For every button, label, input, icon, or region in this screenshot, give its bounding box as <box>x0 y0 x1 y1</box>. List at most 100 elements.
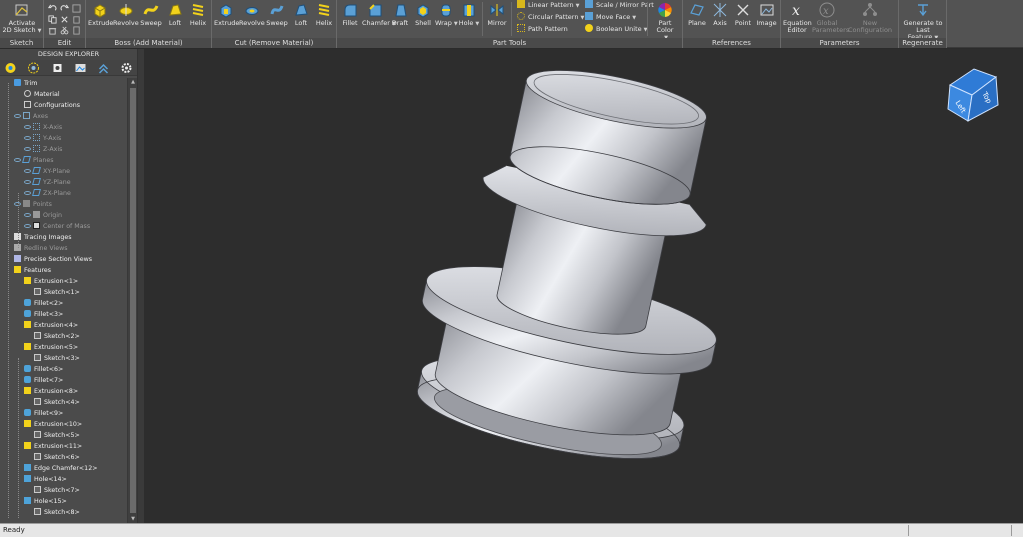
boss-helix-button[interactable]: Helix <box>187 2 209 37</box>
point-button[interactable]: Point <box>732 2 754 37</box>
tree-item[interactable]: Tracing Images <box>14 232 72 243</box>
visibility-eye-icon[interactable] <box>24 136 31 140</box>
boss-revolve-button[interactable]: Revolve <box>113 2 139 37</box>
hole-button[interactable]: Hole ▼ <box>458 2 480 37</box>
generate-to-last-feature-button[interactable]: Generate toLast Feature▼ <box>901 2 945 41</box>
tree-item[interactable]: Y-Axis <box>24 133 61 144</box>
visibility-eye-icon[interactable] <box>24 169 31 173</box>
view-cube[interactable]: Left Top <box>944 63 1016 125</box>
tree-item[interactable]: Points <box>14 199 52 210</box>
shell-button[interactable]: Shell <box>412 2 434 37</box>
tree-item[interactable]: Sketch<6> <box>34 452 80 463</box>
tree-item[interactable]: Extrusion<11> <box>24 441 82 452</box>
material-tab-icon[interactable] <box>27 62 40 74</box>
visibility-eye-icon[interactable] <box>24 224 31 228</box>
tree-item[interactable]: Fillet<7> <box>24 375 63 386</box>
scrollbar-thumb[interactable] <box>130 88 136 513</box>
tree-item[interactable]: Z-Axis <box>24 144 62 155</box>
boss-sweep-button[interactable]: Sweep <box>139 2 163 37</box>
tree-item[interactable]: Fillet<6> <box>24 364 63 375</box>
tree-item[interactable]: Configurations <box>24 100 80 111</box>
linear-pattern-button[interactable]: Linear Pattern ▼ <box>517 0 580 11</box>
visibility-eye-icon[interactable] <box>24 147 31 151</box>
boss-loft-button[interactable]: Loft <box>164 2 186 37</box>
move-face-button[interactable]: Move Face ▼ <box>585 12 636 23</box>
tree-item[interactable]: Fillet<9> <box>24 408 63 419</box>
visibility-eye-icon[interactable] <box>14 158 21 162</box>
visibility-eye-icon[interactable] <box>24 191 31 195</box>
collapse-up-icon[interactable] <box>97 62 110 74</box>
cut-revolve-button[interactable]: Revolve <box>239 2 265 37</box>
tree-item[interactable]: Axes <box>14 111 48 122</box>
activate-2d-sketch-button[interactable]: Activate 2D Sketch ▼ <box>2 2 42 37</box>
chamfer-button[interactable]: Chamfer ▼ <box>362 2 396 37</box>
tree-item[interactable]: Sketch<4> <box>34 397 80 408</box>
tree-item[interactable]: Sketch<1> <box>34 287 80 298</box>
tree-item[interactable]: Sketch<8> <box>34 507 80 518</box>
tree-item[interactable]: Center of Mass <box>24 221 90 232</box>
select-icon[interactable] <box>72 4 81 13</box>
tree-item[interactable]: X-Axis <box>24 122 62 133</box>
tree-item[interactable]: Material <box>24 89 60 100</box>
tree-item[interactable]: Edge Chamfer<12> <box>24 463 97 474</box>
tree-item[interactable]: Extrusion<5> <box>24 342 78 353</box>
paste-icon[interactable] <box>72 15 81 24</box>
tree-item[interactable]: Origin <box>24 210 62 221</box>
properties-icon[interactable] <box>72 26 81 35</box>
tree-item[interactable]: Redline Views <box>14 243 68 254</box>
global-parameters-button[interactable]: x Global Parameters <box>812 2 849 37</box>
scroll-down-arrow-icon[interactable]: ▼ <box>129 515 137 523</box>
cut-sweep-button[interactable]: Sweep <box>265 2 289 37</box>
undo-icon[interactable] <box>48 4 57 13</box>
visibility-eye-icon[interactable] <box>24 213 31 217</box>
wrap-button[interactable]: Wrap ▼ <box>435 2 458 37</box>
tree-item[interactable]: ZX-Plane <box>24 188 71 199</box>
tree-item[interactable]: Trim <box>14 78 37 89</box>
cut-extrude-button[interactable]: Extrude <box>214 2 239 37</box>
tree-item[interactable]: Planes <box>14 155 54 166</box>
3d-viewport[interactable]: Left Top <box>144 49 1023 523</box>
scroll-up-arrow-icon[interactable]: ▲ <box>129 78 137 86</box>
scale-mirror-part-button[interactable]: Scale / Mirror Part <box>585 0 654 11</box>
tree-item[interactable]: Sketch<3> <box>34 353 80 364</box>
visibility-eye-icon[interactable] <box>24 180 31 184</box>
color-palette-tab-icon[interactable] <box>4 62 17 74</box>
part-model[interactable] <box>144 49 1023 523</box>
tree-item[interactable]: Extrusion<1> <box>24 276 78 287</box>
tree-item[interactable]: Sketch<2> <box>34 331 80 342</box>
copy-icon[interactable] <box>48 15 57 24</box>
tree-item[interactable]: Extrusion<8> <box>24 386 78 397</box>
fillet-button[interactable]: Fillet <box>339 2 361 37</box>
image-tab-icon[interactable] <box>74 62 87 74</box>
trash-icon[interactable] <box>48 26 57 35</box>
equation-editor-button[interactable]: x Equation Editor <box>783 2 812 37</box>
tree-item[interactable]: Extrusion<4> <box>24 320 78 331</box>
delete-icon[interactable] <box>60 15 69 24</box>
tree-item[interactable]: XY-Plane <box>24 166 70 177</box>
boolean-unite-button[interactable]: Boolean Unite ▼ <box>585 24 647 35</box>
axis-button[interactable]: Axis <box>709 2 731 37</box>
visibility-eye-icon[interactable] <box>24 125 31 129</box>
circular-pattern-button[interactable]: Circular Pattern ▼ <box>517 12 584 23</box>
tree-item[interactable]: Fillet<2> <box>24 298 63 309</box>
gear-icon[interactable] <box>120 62 133 74</box>
mirror-button[interactable]: Mirror <box>485 2 509 37</box>
cut-helix-button[interactable]: Helix <box>313 2 335 37</box>
tree-item[interactable]: Sketch<5> <box>34 430 80 441</box>
cut-loft-button[interactable]: Loft <box>290 2 312 37</box>
tree-item[interactable]: YZ-Plane <box>24 177 71 188</box>
draft-button[interactable]: Draft <box>389 2 411 37</box>
tree-item[interactable]: Hole<14> <box>24 474 67 485</box>
tree-item[interactable]: Sketch<7> <box>34 485 80 496</box>
tree-scrollbar[interactable]: ▲ ▼ <box>127 78 137 523</box>
plane-button[interactable]: Plane <box>686 2 708 37</box>
visibility-eye-icon[interactable] <box>14 114 21 118</box>
redo-icon[interactable] <box>60 4 69 13</box>
new-configuration-button[interactable]: New Configuration <box>843 2 897 37</box>
cut-icon[interactable] <box>60 26 69 35</box>
tree-item[interactable]: Hole<15> <box>24 496 67 507</box>
tree-item[interactable]: Fillet<3> <box>24 309 63 320</box>
tree-item[interactable]: Extrusion<10> <box>24 419 82 430</box>
tree-item[interactable]: Features <box>14 265 51 276</box>
boss-extrude-button[interactable]: Extrude <box>88 2 113 37</box>
